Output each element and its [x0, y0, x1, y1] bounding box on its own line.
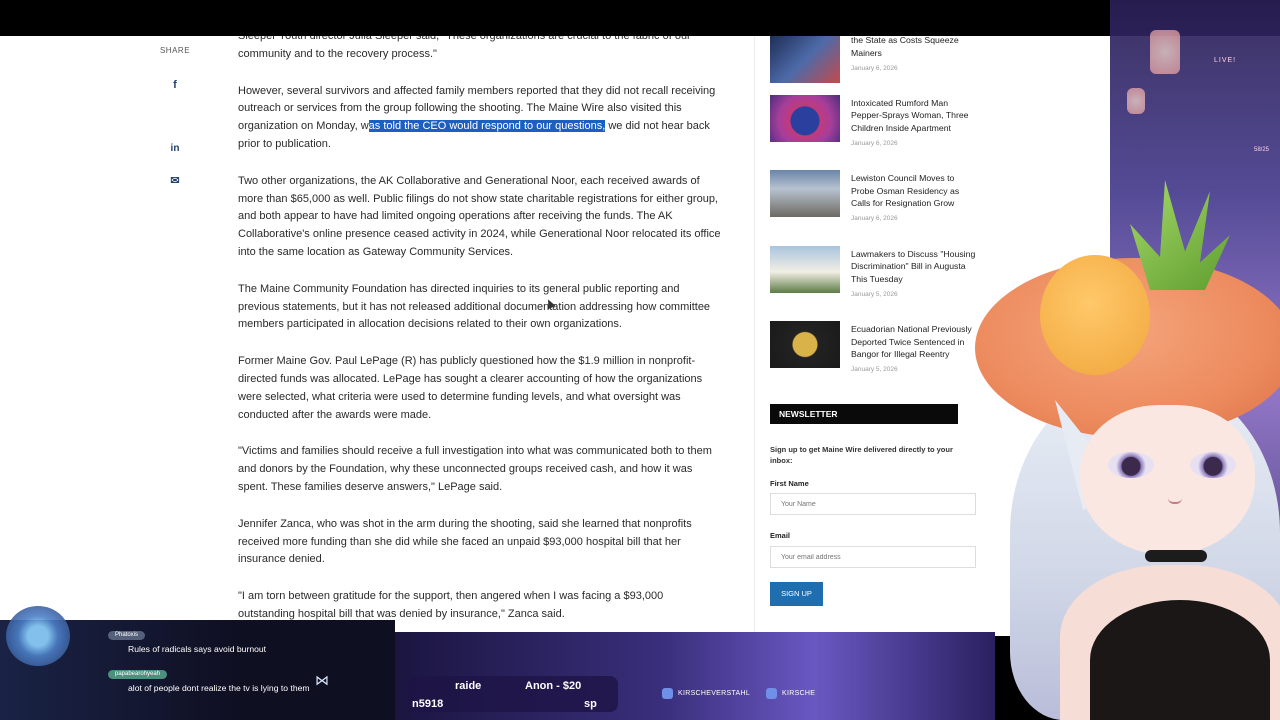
twitter-handle: KIRSCHEVERSTAHL: [678, 690, 751, 697]
avatar-face: [1080, 405, 1255, 555]
chat-mascot-icon: [6, 606, 70, 666]
email-label: Email: [770, 531, 791, 540]
selected-text[interactable]: as told the CEO would respond to our que…: [368, 120, 606, 133]
news-title[interactable]: Intoxicated Rumford Man Pepper-Sprays Wo…: [851, 97, 979, 135]
news-thumbnail[interactable]: [770, 321, 840, 368]
bow-icon: ⋈: [315, 672, 329, 688]
lantern-icon: [1150, 30, 1180, 74]
newsletter-heading: NEWSLETTER: [770, 404, 958, 424]
top-bar: [0, 0, 1280, 36]
twitter-icon: [662, 688, 673, 699]
ticker-item: raide: [455, 680, 482, 692]
pineapple-icon: [1040, 255, 1150, 375]
article-paragraph: However, several survivors and affected …: [238, 83, 722, 154]
avatar-choker: [1145, 550, 1207, 562]
twitter-icon[interactable]: [165, 107, 185, 127]
news-title[interactable]: Lewiston Council Moves to Probe Osman Re…: [851, 172, 979, 210]
discord-handle: KIRSCHE: [782, 690, 816, 697]
avatar-eye: [1108, 452, 1154, 478]
article-paragraph: Jennifer Zanca, who was shot in the arm …: [238, 517, 692, 566]
discord-icon: [766, 688, 777, 699]
news-date: January 6, 2026: [851, 65, 898, 72]
news-item[interactable]: Lewiston Council Moves to Probe Osman Re…: [770, 170, 980, 246]
ticker-item: sp: [584, 698, 597, 710]
viewer-count: 58/25: [1254, 147, 1270, 153]
news-title[interactable]: the State as Costs Squeeze Mainers: [851, 36, 979, 59]
article-paragraph: "Victims and families should receive a f…: [238, 445, 712, 493]
article-paragraph: The Maine Community Foundation has direc…: [238, 282, 711, 331]
sign-up-button[interactable]: SIGN UP: [770, 582, 823, 606]
newsletter-description: Sign up to get Maine Wire delivered dire…: [770, 445, 953, 465]
news-item[interactable]: Intoxicated Rumford Man Pepper-Sprays Wo…: [770, 94, 980, 171]
news-thumbnail[interactable]: [770, 36, 840, 83]
news-item[interactable]: Lawmakers to Discuss "Housing Discrimina…: [770, 245, 980, 322]
news-date: January 5, 2026: [851, 290, 898, 298]
news-thumbnail[interactable]: [770, 245, 840, 293]
linkedin-icon[interactable]: in: [165, 139, 185, 159]
news-date: January 6, 2026: [851, 139, 898, 147]
chat-message: alot of people dont realize the tv is ly…: [128, 683, 310, 693]
avatar-eye: [1190, 452, 1236, 478]
chat-message: Rules of radicals says avoid burnout: [128, 644, 267, 654]
news-date: January 6, 2026: [851, 215, 898, 222]
article-paragraph: Sleeper Youth director Julia Sleeper sai…: [238, 36, 691, 60]
article-paragraph: Two other organizations, the AK Collabor…: [238, 174, 721, 258]
email-icon[interactable]: ✉: [165, 171, 185, 191]
avatar-outfit: [1090, 600, 1270, 720]
news-thumbnail[interactable]: [770, 94, 840, 142]
facebook-icon[interactable]: f: [165, 75, 185, 95]
news-title[interactable]: Ecuadorian National Previously Deported …: [851, 323, 979, 361]
sidebar-news-list: the State as Costs Squeeze Mainers Janua…: [770, 36, 980, 397]
share-column: SHARE f in ✉: [152, 46, 198, 203]
live-label: LIVE!: [1214, 57, 1237, 64]
ticker-item: n5918: [412, 698, 444, 710]
column-divider: [754, 36, 755, 636]
first-name-field[interactable]: [770, 493, 976, 515]
email-field[interactable]: [770, 546, 976, 568]
first-name-label: First Name: [770, 479, 809, 488]
chat-username: Phatoxis: [108, 631, 146, 640]
article-body: Sleeper Youth director Julia Sleeper sai…: [238, 36, 722, 636]
chat-username: papabearohyeah: [108, 670, 168, 679]
news-title[interactable]: Lawmakers to Discuss "Housing Discrimina…: [851, 248, 979, 286]
ticker-item: Anon - $20: [525, 680, 582, 692]
lantern-icon: [1127, 88, 1145, 114]
news-date: January 5, 2026: [851, 366, 898, 373]
article-paragraph: "I am torn between gratitude for the sup…: [238, 590, 664, 620]
share-label: SHARE: [159, 46, 191, 55]
news-thumbnail[interactable]: [770, 170, 840, 217]
article-paragraph: Former Maine Gov. Paul LePage (R) has pu…: [238, 355, 703, 421]
news-item[interactable]: Ecuadorian National Previously Deported …: [770, 321, 980, 397]
